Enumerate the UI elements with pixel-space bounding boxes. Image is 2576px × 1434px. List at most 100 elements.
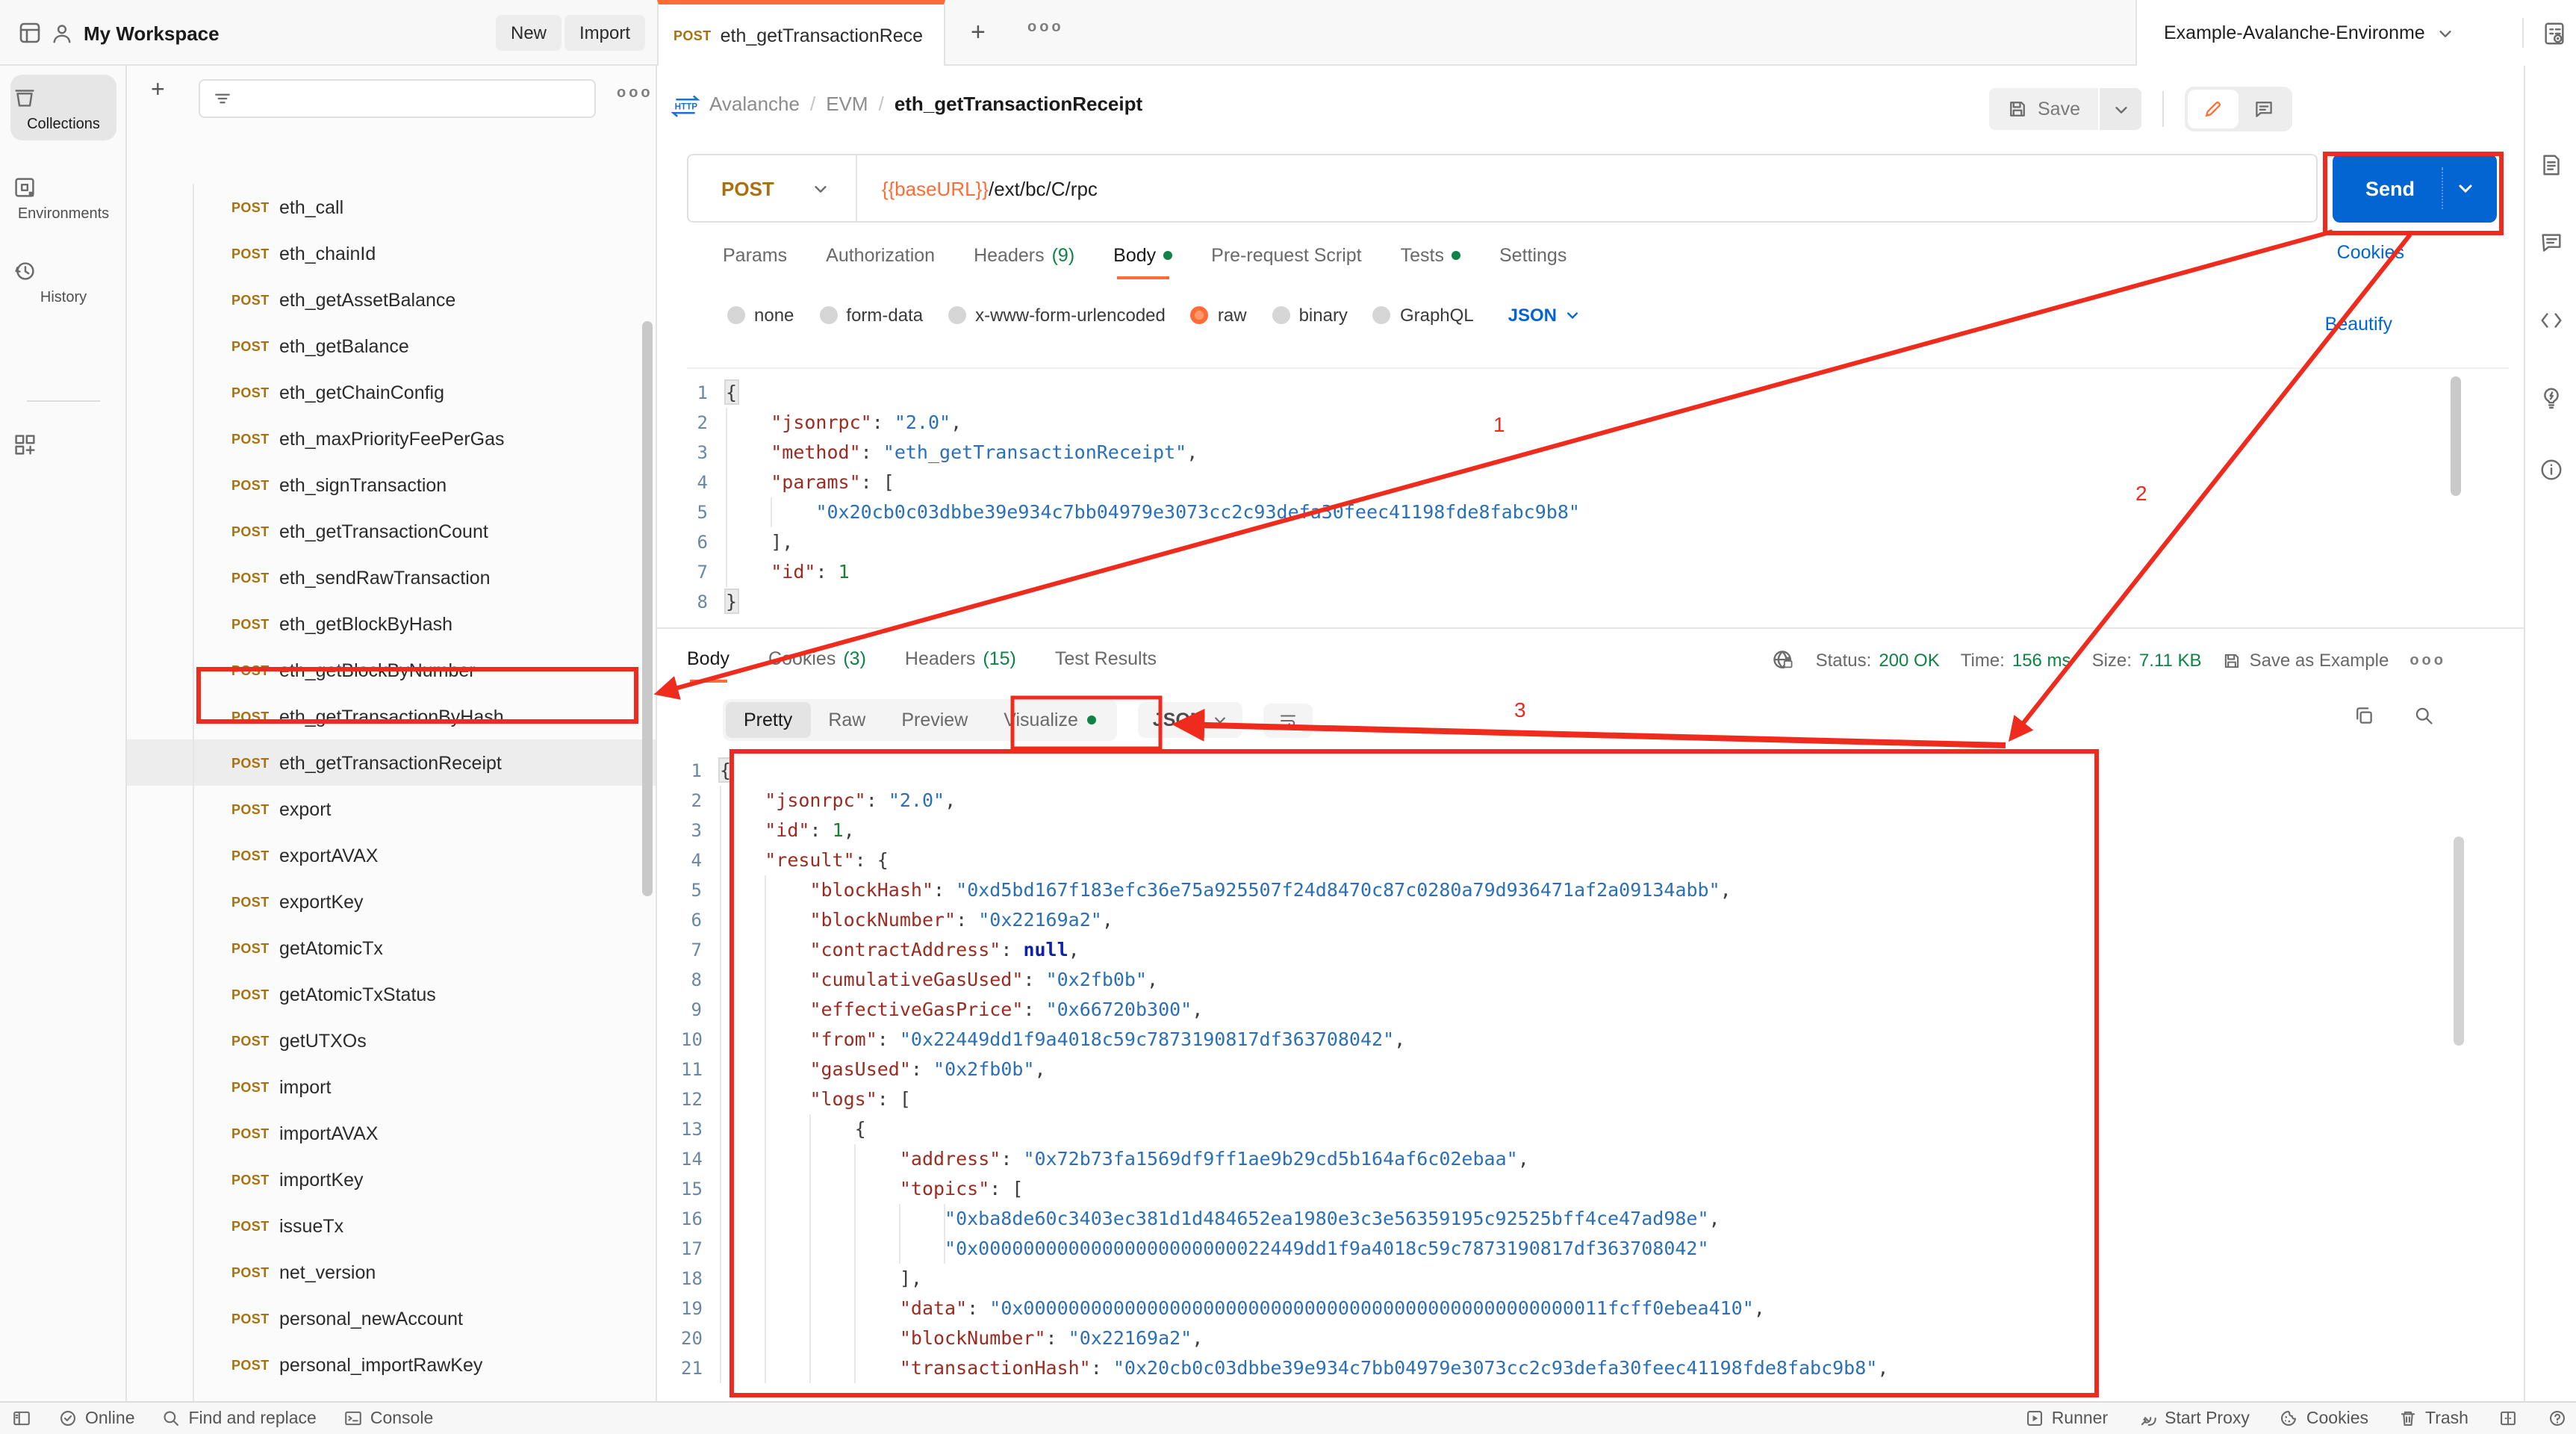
sidebar-request-eth_getAssetBalance[interactable]: POST eth_getAssetBalance [127, 276, 656, 323]
cookies-button[interactable]: Cookies [2280, 1409, 2368, 1428]
code-snippet-icon[interactable] [2539, 308, 2564, 333]
sidebar-filter-input[interactable] [199, 79, 596, 118]
sidebar-request-eth_getTransactionReceipt[interactable]: POST eth_getTransactionReceipt [127, 739, 656, 786]
breadcrumb-collection[interactable]: Avalanche [709, 93, 800, 115]
more-tools-button[interactable] [10, 421, 116, 466]
sidebar-request-eth_getTransactionCount[interactable]: POST eth_getTransactionCount [127, 508, 656, 554]
sidebar-request-eth_getTransactionByHash[interactable]: POST eth_getTransactionByHash [127, 693, 656, 739]
help-button[interactable] [2548, 1409, 2567, 1428]
new-tab-button[interactable]: + [971, 18, 986, 48]
sidebar-request-importAVAX[interactable]: POST importAVAX [127, 1110, 656, 1156]
sidebar-scrollbar[interactable] [642, 321, 653, 896]
body-mode-form-data[interactable]: form-data [819, 305, 923, 326]
wrap-text-button[interactable] [1263, 703, 1313, 737]
sidebar-request-importKey[interactable]: POST importKey [127, 1156, 656, 1202]
response-language-selector[interactable]: JSON [1137, 702, 1242, 738]
save-button[interactable]: Save [1988, 88, 2098, 130]
sidebar-item-collections[interactable]: Collections [10, 75, 116, 140]
body-mode-x-www-form-urlencoded[interactable]: x-www-form-urlencoded [948, 305, 1166, 326]
sidebar-options-icon[interactable]: ooo [617, 85, 653, 102]
beautify-link[interactable]: Beautify [2325, 314, 2392, 335]
body-mode-raw[interactable]: raw [1190, 305, 1247, 326]
response-tab-cookies[interactable]: Cookies (3) [768, 648, 866, 683]
size-value[interactable]: Size: 7.11 KB [2092, 650, 2202, 671]
method-selector[interactable]: POST [721, 177, 774, 199]
import-button[interactable]: Import [564, 15, 646, 51]
status-value[interactable]: Status: 200 OK [1816, 650, 1940, 671]
sidebar-item-history[interactable]: History [10, 248, 116, 314]
sidebar-request-personal_newAccount[interactable]: POST personal_newAccount [127, 1295, 656, 1341]
breadcrumb-folder[interactable]: EVM [826, 93, 868, 115]
request-language-selector[interactable]: JSON [1508, 305, 1579, 326]
sidebar-request-personal_listAccounts[interactable]: POSTpersonal_listAccounts [127, 1388, 656, 1401]
sidebar-request-getUTXOs[interactable]: POST getUTXOs [127, 1017, 656, 1064]
workspace-switcher[interactable]: My Workspace [51, 15, 220, 51]
response-scrollbar[interactable] [2454, 836, 2464, 1046]
sidebar-item-environments[interactable]: Environments [10, 164, 116, 230]
tab-pre-request-script[interactable]: Pre-request Script [1211, 245, 1361, 279]
method-chevron-icon[interactable] [813, 180, 830, 196]
request-editor-scrollbar[interactable] [2451, 376, 2461, 496]
sidebar-request-eth_getChainConfig[interactable]: POST eth_getChainConfig [127, 369, 656, 415]
lightbulb-icon[interactable] [2539, 385, 2564, 411]
body-mode-binary[interactable]: binary [1272, 305, 1348, 326]
comments-icon[interactable] [2539, 230, 2564, 255]
view-tab-raw[interactable]: Raw [810, 702, 883, 738]
tab-tests[interactable]: Tests [1401, 245, 1460, 279]
tab-body[interactable]: Body [1113, 245, 1173, 279]
request-body-editor[interactable]: 1{2 "jsonrpc": "2.0", 3 "method": "eth_ge… [687, 367, 2509, 615]
save-as-example-button[interactable]: Save as Example [2223, 650, 2389, 671]
split-panel-button[interactable] [2498, 1409, 2518, 1428]
sidebar-request-eth_call[interactable]: POST eth_call [127, 184, 656, 230]
sidebar-request-export[interactable]: POST export [127, 786, 656, 832]
cookies-link[interactable]: Cookies [2337, 242, 2404, 263]
sidebar-request-eth_chainId[interactable]: POST eth_chainId [127, 230, 656, 276]
add-collection-button[interactable]: + [151, 78, 165, 105]
tab-authorization[interactable]: Authorization [826, 245, 935, 279]
online-status[interactable]: Online [58, 1409, 135, 1428]
home-icon[interactable] [18, 21, 42, 45]
sidebar-request-exportAVAX[interactable]: POST exportAVAX [127, 832, 656, 878]
sidebar-request-eth_getBlockByNumber[interactable]: POST eth_getBlockByNumber [127, 647, 656, 693]
tab-settings[interactable]: Settings [1499, 245, 1567, 279]
sidebar-request-getAtomicTx[interactable]: POST getAtomicTx [127, 925, 656, 971]
body-mode-GraphQL[interactable]: GraphQL [1372, 305, 1474, 326]
toggle-sidebar-button[interactable] [12, 1409, 31, 1428]
sidebar-request-eth_getBlockByHash[interactable]: POST eth_getBlockByHash [127, 600, 656, 647]
sidebar-request-eth_maxPriorityFeePerGas[interactable]: POST eth_maxPriorityFeePerGas [127, 415, 656, 462]
network-icon[interactable] [1771, 648, 1795, 672]
sidebar-request-eth_signTransaction[interactable]: POST eth_signTransaction [127, 462, 656, 508]
sidebar-request-import[interactable]: POST import [127, 1064, 656, 1110]
new-button[interactable]: New [496, 15, 562, 51]
sidebar-request-getAtomicTxStatus[interactable]: POST getAtomicTxStatus [127, 971, 656, 1017]
request-tab[interactable]: POST eth_getTransactionRece [657, 0, 945, 66]
view-tab-visualize[interactable]: Visualize [986, 702, 1114, 738]
documentation-icon[interactable] [2539, 152, 2564, 178]
url-input[interactable]: {{baseURL}}/ext/bc/C/rpc [882, 177, 1098, 199]
save-options-button[interactable] [2100, 88, 2141, 130]
info-icon[interactable] [2539, 457, 2564, 482]
tab-options-icon[interactable]: ooo [1027, 19, 1064, 36]
sidebar-request-issueTx[interactable]: POST issueTx [127, 1202, 656, 1249]
comments-button[interactable] [2239, 90, 2289, 128]
send-options-icon[interactable] [2457, 179, 2474, 197]
copy-icon[interactable] [2353, 705, 2374, 726]
environment-selector[interactable]: Example-Avalanche-Environme [2164, 22, 2510, 43]
send-button[interactable]: Send [2333, 154, 2497, 223]
edit-mode-button[interactable] [2188, 90, 2239, 128]
response-tab-body[interactable]: Body [687, 648, 729, 683]
runner-button[interactable]: Runner [2025, 1409, 2108, 1428]
response-tab-headers[interactable]: Headers (15) [905, 648, 1016, 683]
sidebar-request-exportKey[interactable]: POST exportKey [127, 878, 656, 925]
tab-headers[interactable]: Headers (9) [974, 245, 1074, 279]
response-options-icon[interactable]: ooo [2409, 652, 2446, 668]
tab-params[interactable]: Params [723, 245, 787, 279]
start-proxy-button[interactable]: Start Proxy [2138, 1409, 2250, 1428]
sidebar-request-net_version[interactable]: POST net_version [127, 1249, 656, 1295]
search-icon[interactable] [2413, 705, 2434, 726]
view-tab-pretty[interactable]: Pretty [726, 702, 811, 738]
time-value[interactable]: Time: 156 ms [1961, 650, 2071, 671]
sidebar-request-eth_getBalance[interactable]: POST eth_getBalance [127, 323, 656, 369]
find-and-replace-button[interactable]: Find and replace [162, 1409, 317, 1428]
response-tab-test-results[interactable]: Test Results [1055, 648, 1157, 683]
